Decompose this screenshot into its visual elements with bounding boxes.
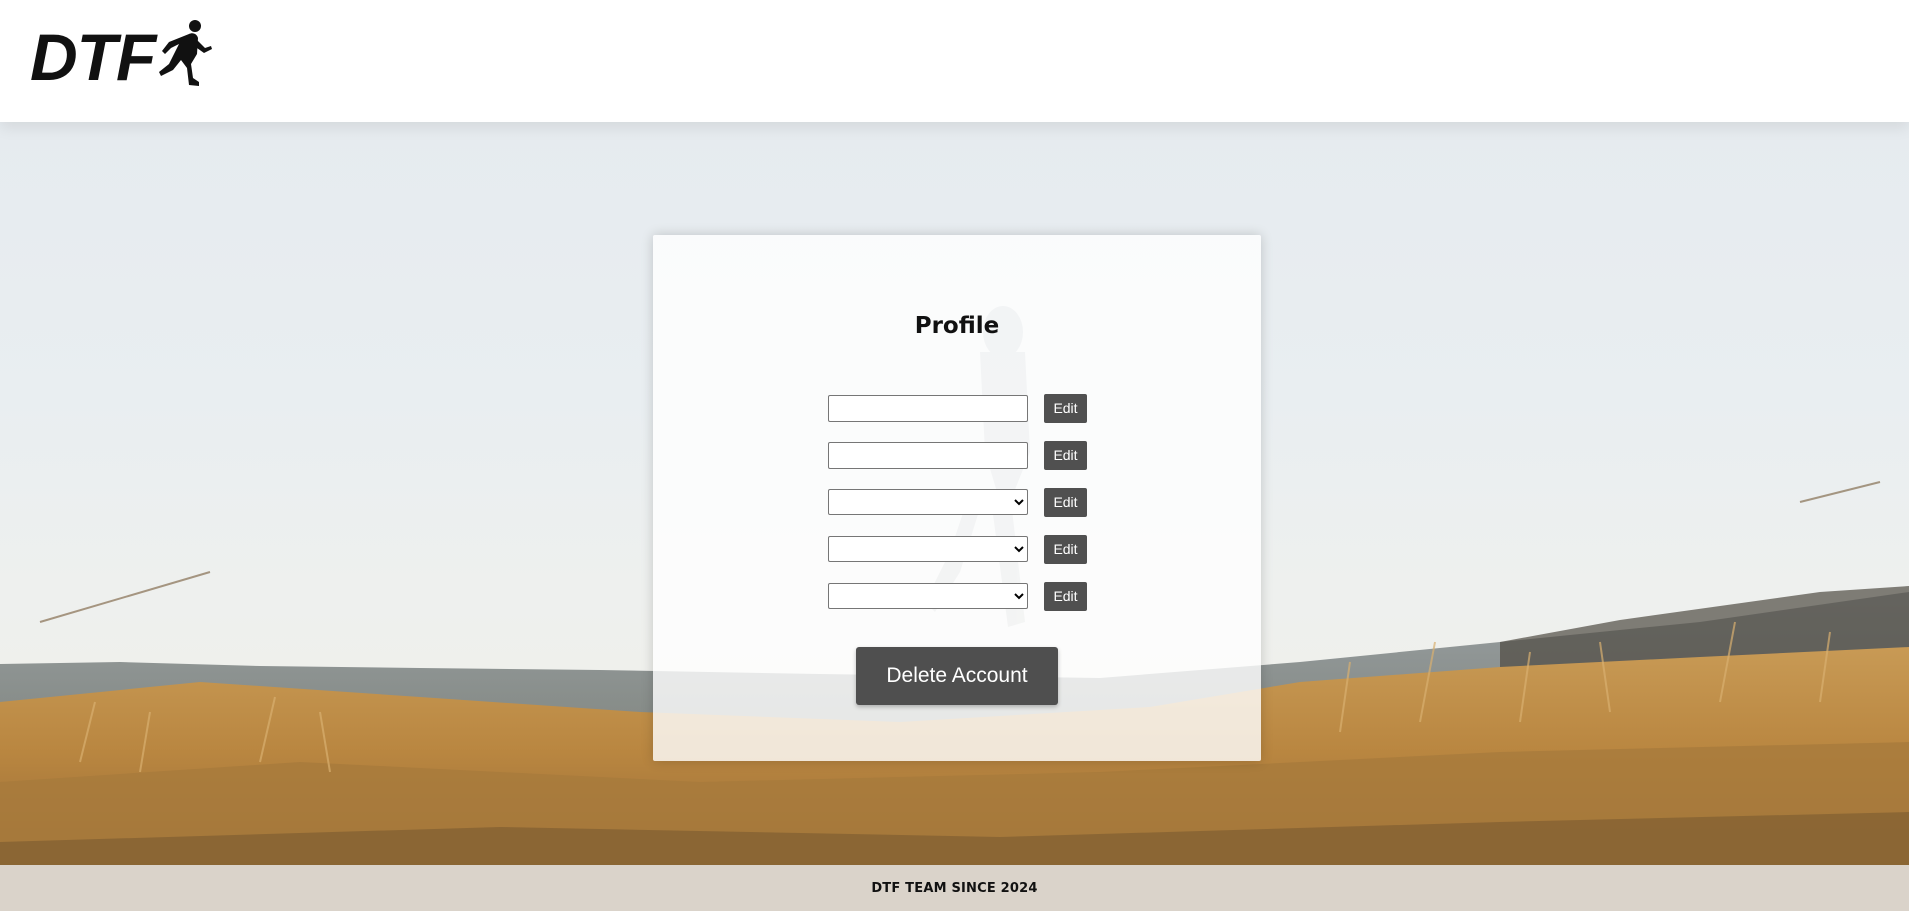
edit-button[interactable]: Edit xyxy=(1044,534,1087,564)
site-footer: DTF TEAM SINCE 2024 xyxy=(0,865,1909,911)
profile-card: Profile Edit Edit Edit Edit Edit Delete … xyxy=(653,235,1261,761)
profile-field-row: Edit xyxy=(828,440,1087,470)
profile-select[interactable] xyxy=(828,489,1028,515)
edit-button[interactable]: Edit xyxy=(1044,440,1087,470)
runner-icon xyxy=(159,20,213,86)
logo-text: DTF xyxy=(30,20,156,94)
logo[interactable]: DTF xyxy=(30,18,217,94)
profile-field-row: Edit xyxy=(828,487,1087,517)
edit-button[interactable]: Edit xyxy=(1044,581,1087,611)
delete-account-button[interactable]: Delete Account xyxy=(856,647,1058,705)
profile-field-row: Edit xyxy=(828,581,1087,611)
profile-title: Profile xyxy=(914,313,1000,339)
edit-button[interactable]: Edit xyxy=(1044,393,1087,423)
profile-text-input[interactable] xyxy=(828,394,1028,422)
profile-select[interactable] xyxy=(828,583,1028,609)
profile-text-input[interactable] xyxy=(828,441,1028,469)
site-header: DTF xyxy=(0,0,1909,122)
profile-select[interactable] xyxy=(828,536,1028,562)
profile-field-row: Edit xyxy=(828,534,1087,564)
profile-field-row: Edit xyxy=(828,393,1087,423)
edit-button[interactable]: Edit xyxy=(1044,487,1087,517)
footer-text: DTF TEAM SINCE 2024 xyxy=(871,880,1038,896)
